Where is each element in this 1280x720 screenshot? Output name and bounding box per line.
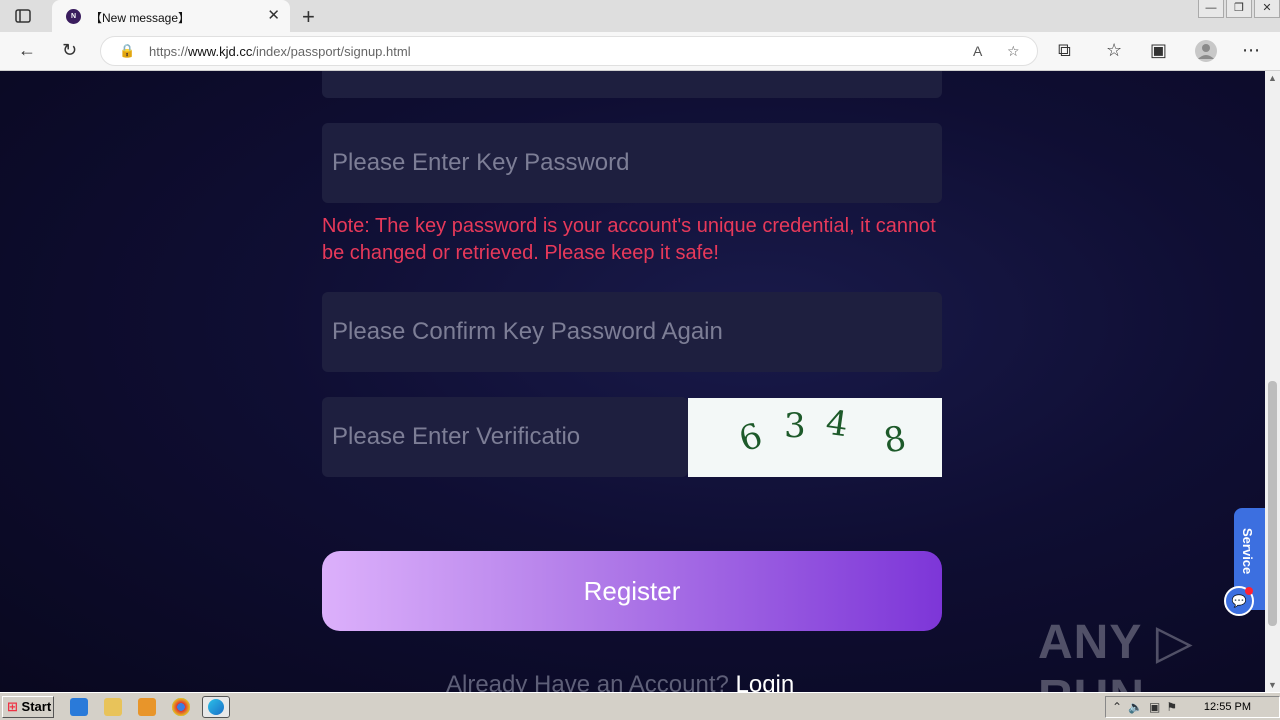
scroll-down-icon[interactable]: ▼	[1268, 680, 1277, 690]
back-arrow-icon[interactable]: ←	[18, 40, 36, 61]
edge-icon	[208, 699, 224, 715]
system-tray: ⌃🔈▣⚑ 12:55 PM	[1105, 696, 1280, 718]
refresh-icon[interactable]: ↻	[62, 40, 77, 61]
captcha-digit: 3	[784, 406, 806, 446]
start-button[interactable]: ⊞ Start	[2, 696, 54, 718]
service-widget[interactable]: Service 💬	[1224, 508, 1265, 616]
close-window-button[interactable]: ✕	[1254, 0, 1280, 18]
browser-toolbar: ← ↻ 🔒 https://www.kjd.cc/index/passport/…	[0, 32, 1280, 71]
tray-icons[interactable]: ⌃🔈▣⚑	[1112, 700, 1183, 714]
address-bar[interactable]: 🔒 https://www.kjd.cc/index/passport/sign…	[100, 36, 1038, 66]
url-text[interactable]: https://www.kjd.cc/index/passport/signup…	[149, 44, 411, 59]
favorites-icon[interactable]: ☆	[1106, 40, 1122, 61]
confirm-password-field[interactable]: Please Confirm Key Password Again	[322, 292, 942, 372]
signup-page: Please Enter Key Password Note: The key …	[0, 71, 1265, 692]
minimize-button[interactable]: —	[1198, 0, 1224, 18]
site-favicon-icon: N	[66, 9, 81, 24]
service-label: Service	[1240, 528, 1255, 575]
verification-field[interactable]: Please Enter Verificatio	[322, 397, 688, 477]
key-password-field[interactable]: Please Enter Key Password	[322, 123, 942, 203]
window-controls: — ❐ ✕	[1196, 0, 1280, 20]
login-prompt: Already Have an Account? Login	[446, 671, 794, 692]
tab-actions-icon[interactable]	[14, 7, 32, 25]
chrome-icon[interactable]	[172, 698, 190, 716]
notification-dot	[1245, 587, 1253, 595]
captcha-digit: 6	[734, 415, 768, 461]
taskbar: ⊞ Start ⌃🔈▣⚑ 12:55 PM	[0, 692, 1280, 720]
tab-title: 【New message】	[90, 11, 191, 25]
more-menu-icon[interactable]: ⋯	[1242, 40, 1260, 61]
scroll-up-icon[interactable]: ▲	[1268, 73, 1277, 83]
restore-button[interactable]: ❐	[1226, 0, 1252, 18]
page-scrollbar[interactable]: ▲ ▼	[1265, 71, 1280, 692]
captcha-image[interactable]: 6 3 4 8	[688, 398, 942, 477]
confirm-password-placeholder: Please Confirm Key Password Again	[332, 318, 723, 345]
already-account-text: Already Have an Account?	[446, 671, 736, 692]
previous-field[interactable]	[322, 71, 942, 98]
browser-tab[interactable]: N 【New message】 ✕	[52, 0, 290, 32]
captcha-digit: 8	[880, 418, 909, 462]
lock-icon[interactable]: 🔒	[119, 43, 135, 59]
new-tab-button[interactable]: +	[302, 4, 315, 30]
scroll-thumb[interactable]	[1268, 381, 1277, 626]
login-link[interactable]: Login	[736, 671, 795, 692]
edge-taskbar-button[interactable]	[202, 696, 230, 718]
add-favorite-icon[interactable]: ☆	[1007, 43, 1020, 60]
read-aloud-icon[interactable]: A	[973, 43, 982, 59]
windows-logo-icon: ⊞	[7, 699, 18, 714]
close-tab-icon[interactable]: ✕	[267, 6, 280, 24]
captcha-digit: 4	[823, 402, 851, 446]
media-player-icon[interactable]	[138, 698, 156, 716]
profile-avatar-icon[interactable]	[1194, 39, 1218, 63]
tab-strip: N 【New message】 ✕ + — ❐ ✕	[0, 0, 1280, 32]
key-password-placeholder: Please Enter Key Password	[332, 149, 630, 176]
clock[interactable]: 12:55 PM	[1204, 701, 1251, 713]
anyrun-watermark: ANY ▷ RUN	[1038, 616, 1194, 692]
explorer-folder-icon[interactable]	[104, 698, 122, 716]
extensions-icon[interactable]: ⧉	[1058, 40, 1071, 61]
ie-icon[interactable]	[70, 698, 88, 716]
verification-placeholder: Please Enter Verificatio	[332, 423, 581, 450]
register-button[interactable]: Register	[322, 551, 942, 631]
collections-icon[interactable]: ▣	[1150, 40, 1167, 61]
password-note: Note: The key password is your account's…	[322, 215, 936, 264]
